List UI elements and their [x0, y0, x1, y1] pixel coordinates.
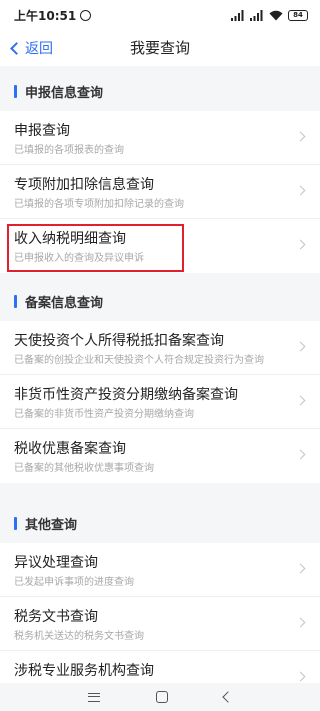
item-title: 申报查询: [14, 123, 70, 139]
list-item-tax-document-query[interactable]: 税务文书查询 税务机关送达的税务文书查询: [0, 597, 320, 651]
section-title: 备案信息查询: [25, 295, 104, 311]
signal-icon-2: [250, 9, 263, 21]
item-title: 异议处理查询: [14, 555, 98, 571]
status-time: 上午10:51: [14, 8, 77, 23]
back-icon[interactable]: [222, 691, 234, 703]
item-title: 税收优惠备案查询: [14, 441, 126, 457]
list-item-objection-query[interactable]: 异议处理查询 已发起申诉事项的进度查询: [0, 543, 320, 597]
item-subtitle: 已发起申诉事项的进度查询: [14, 577, 134, 588]
section-accent-bar: [14, 516, 17, 530]
home-icon[interactable]: [156, 691, 168, 703]
item-subtitle: 税务机关送达的税务文书查询: [14, 631, 144, 642]
section-card-filing: 天使投资个人所得税抵扣备案查询 已备案的创投企业和天使投资个人符合规定投资行为查…: [0, 321, 320, 483]
item-subtitle: 已备案的创投企业和天使投资个人符合规定投资行为查询: [14, 355, 264, 366]
section-title: 其他查询: [25, 517, 78, 533]
item-title: 税务文书查询: [14, 609, 98, 625]
item-title: 专项附加扣除信息查询: [14, 177, 154, 193]
status-bar: 上午10:51 84: [0, 0, 320, 30]
page-title: 我要查询: [129, 39, 190, 57]
list-item-special-deduction-query[interactable]: 专项附加扣除信息查询 已填报的各项专项附加扣除记录的查询: [0, 165, 320, 219]
section-header-declaration: 申报信息查询: [0, 71, 320, 111]
section-accent-bar: [14, 84, 17, 98]
list-item-tax-incentive-query[interactable]: 税收优惠备案查询 已备案的其他税收优惠事项查询: [0, 429, 320, 483]
highlight-annotation-box: [7, 224, 184, 272]
item-title: 非货币性资产投资分期缴纳备案查询: [14, 387, 238, 403]
section-card-other: 异议处理查询 已发起申诉事项的进度查询 税务文书查询 税务机关送达的税务文书查询…: [0, 543, 320, 705]
item-subtitle: 已备案的非货币性资产投资分期缴纳查询: [14, 409, 194, 420]
system-navigation-bar: [0, 683, 320, 711]
list-item-non-monetary-asset-query[interactable]: 非货币性资产投资分期缴纳备案查询 已备案的非货币性资产投资分期缴纳查询: [0, 375, 320, 429]
list-item-declaration-query[interactable]: 申报查询 已填报的各项报表的查询: [0, 111, 320, 165]
section-accent-bar: [14, 294, 17, 308]
wifi-icon: [269, 10, 283, 20]
item-subtitle: 已备案的其他税收优惠事项查询: [14, 463, 154, 474]
battery-icon: 84: [288, 9, 308, 21]
menu-icon[interactable]: [88, 692, 100, 702]
signal-icon: [231, 9, 244, 21]
item-title: 涉税专业服务机构查询: [14, 663, 154, 679]
navigation-bar: 返回 我要查询: [0, 30, 320, 66]
section-header-filing: 备案信息查询: [0, 281, 320, 321]
list-item-angel-investment-query[interactable]: 天使投资个人所得税抵扣备案查询 已备案的创投企业和天使投资个人符合规定投资行为查…: [0, 321, 320, 375]
section-header-other: 其他查询: [0, 503, 320, 543]
section-title: 申报信息查询: [25, 85, 104, 101]
item-subtitle: 已填报的各项专项附加扣除记录的查询: [14, 199, 184, 210]
alarm-icon: [80, 9, 92, 21]
item-subtitle: 已填报的各项报表的查询: [14, 145, 124, 156]
item-title: 天使投资个人所得税抵扣备案查询: [14, 333, 224, 349]
